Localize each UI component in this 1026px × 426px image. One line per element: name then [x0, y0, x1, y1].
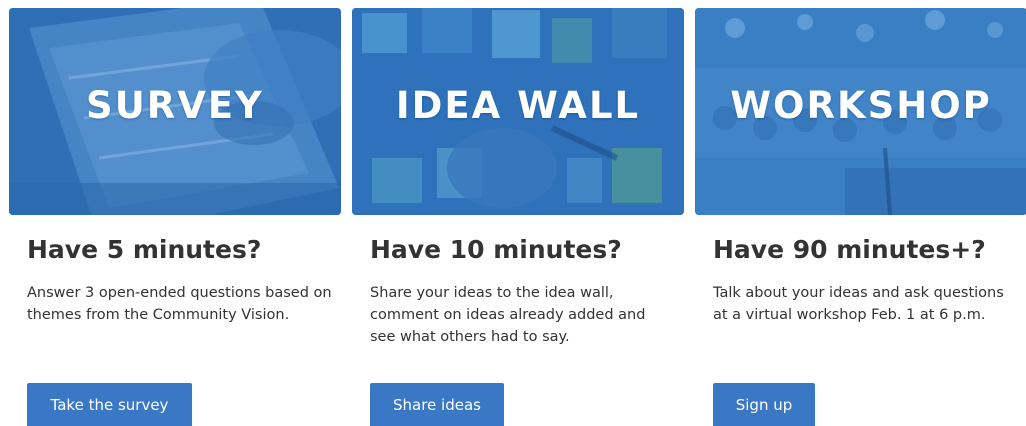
take-survey-button[interactable]: Take the survey	[27, 383, 192, 426]
workshop-banner[interactable]: WORKSHOP	[695, 8, 1026, 215]
workshop-description: Talk about your ideas and ask questions …	[713, 285, 1004, 323]
survey-banner[interactable]: SURVEY	[9, 8, 341, 215]
share-ideas-button[interactable]: Share ideas	[370, 383, 504, 426]
workshop-heading: Have 90 minutes+?	[713, 235, 986, 264]
survey-card: SURVEY Have 5 minutes? Answer 3 open-end…	[9, 8, 341, 426]
survey-heading: Have 5 minutes?	[27, 235, 262, 264]
survey-banner-title: SURVEY	[86, 84, 264, 127]
idea-wall-description: Share your ideas to the idea wall, comme…	[370, 285, 646, 345]
engagement-options: SURVEY Have 5 minutes? Answer 3 open-end…	[0, 0, 1026, 426]
sign-up-button[interactable]: Sign up	[713, 383, 815, 426]
idea-wall-heading: Have 10 minutes?	[370, 235, 622, 264]
survey-description: Answer 3 open-ended questions based on t…	[27, 285, 332, 323]
idea-wall-banner[interactable]: IDEA WALL	[352, 8, 684, 215]
workshop-banner-title: WORKSHOP	[730, 84, 992, 127]
idea-wall-banner-title: IDEA WALL	[395, 84, 641, 127]
idea-wall-card: IDEA WALL Have 10 minutes? Share your id…	[352, 8, 684, 426]
workshop-card: WORKSHOP Have 90 minutes+? Talk about yo…	[695, 8, 1026, 426]
